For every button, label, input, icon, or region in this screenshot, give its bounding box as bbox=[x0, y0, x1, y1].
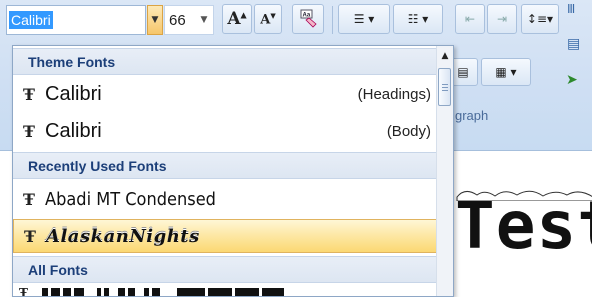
scroll-up-arrow-icon[interactable]: ▲ bbox=[437, 48, 453, 64]
shading-icon: ▦ ▾ bbox=[495, 65, 517, 79]
shading-button[interactable]: ▦ ▾ bbox=[481, 58, 531, 86]
scroll-thumb[interactable] bbox=[438, 68, 451, 106]
line-spacing-button[interactable]: ↕≡▾ bbox=[521, 4, 559, 34]
font-name-combobox[interactable]: Calibri bbox=[6, 5, 146, 35]
clear-formatting-button[interactable]: Aa bbox=[292, 4, 324, 34]
text-direction-icon[interactable]: Ⅲ bbox=[567, 2, 575, 16]
font-dropdown-list[interactable]: Theme Fonts Ŧ Calibri (Headings) Ŧ Calib… bbox=[12, 45, 454, 297]
document-text: Test bbox=[455, 190, 592, 259]
line-spacing-icon: ↕≡▾ bbox=[526, 12, 554, 26]
grip-icon bbox=[441, 83, 448, 91]
svg-text:Aa: Aa bbox=[303, 12, 311, 18]
clipboard-icon[interactable]: ▤ bbox=[567, 36, 580, 52]
font-name-value[interactable]: Calibri bbox=[9, 11, 53, 29]
numbered-list-icon: ☷ ▾ bbox=[407, 12, 429, 26]
grow-font-icon: A▲ bbox=[227, 9, 247, 29]
truetype-font-icon: Ŧ bbox=[24, 226, 36, 246]
increase-indent-button[interactable]: ⇥ bbox=[487, 4, 517, 34]
recent-fonts-header: Recently Used Fonts bbox=[13, 152, 437, 179]
font-item-calibri-headings[interactable]: Ŧ Calibri (Headings) bbox=[13, 77, 437, 111]
paragraph-group-label: graph bbox=[455, 108, 489, 123]
font-item-partial[interactable]: Ŧ bbox=[13, 286, 437, 297]
truetype-font-icon: Ŧ bbox=[23, 84, 35, 104]
truetype-font-icon: Ŧ bbox=[23, 189, 35, 209]
font-item-abadi-mt-condensed[interactable]: Ŧ Abadi MT Condensed bbox=[13, 182, 437, 216]
shrink-font-icon: A▼ bbox=[260, 10, 276, 28]
shrink-font-button[interactable]: A▼ bbox=[254, 4, 282, 34]
clear-formatting-icon: Aa bbox=[298, 8, 318, 31]
font-size-dropdown-button[interactable]: ▼ bbox=[194, 5, 214, 35]
theme-fonts-header: Theme Fonts bbox=[13, 48, 437, 75]
increase-indent-icon: ⇥ bbox=[496, 12, 508, 26]
snow-cap-decoration bbox=[456, 190, 592, 201]
grow-font-button[interactable]: A▲ bbox=[222, 4, 252, 34]
decrease-indent-icon: ⇤ bbox=[464, 12, 476, 26]
dropdown-scrollbar[interactable]: ▲ bbox=[436, 46, 453, 296]
truetype-font-icon: Ŧ bbox=[19, 286, 28, 297]
font-item-alaskannights[interactable]: Ŧ AlaskanNights bbox=[13, 219, 437, 253]
font-size-value[interactable]: 66 bbox=[169, 12, 186, 29]
numbering-button[interactable]: ☷ ▾ bbox=[393, 4, 443, 34]
green-arrow-icon[interactable]: ➤ bbox=[566, 72, 578, 88]
justify-icon: ▤ bbox=[457, 65, 469, 79]
truetype-font-icon: Ŧ bbox=[23, 121, 35, 141]
all-fonts-header: All Fonts bbox=[13, 256, 437, 283]
chevron-down-icon: ▼ bbox=[200, 15, 208, 25]
bullets-button[interactable]: ☰ ▾ bbox=[338, 4, 390, 34]
font-item-calibri-body[interactable]: Ŧ Calibri (Body) bbox=[13, 114, 437, 148]
font-name-dropdown-button[interactable]: ▼ bbox=[147, 5, 163, 35]
chevron-down-icon: ▼ bbox=[151, 15, 159, 25]
toolbar-separator bbox=[332, 6, 333, 34]
bullet-list-icon: ☰ ▾ bbox=[353, 12, 375, 26]
decrease-indent-button[interactable]: ⇤ bbox=[455, 4, 485, 34]
decorative-font-preview bbox=[41, 286, 284, 296]
